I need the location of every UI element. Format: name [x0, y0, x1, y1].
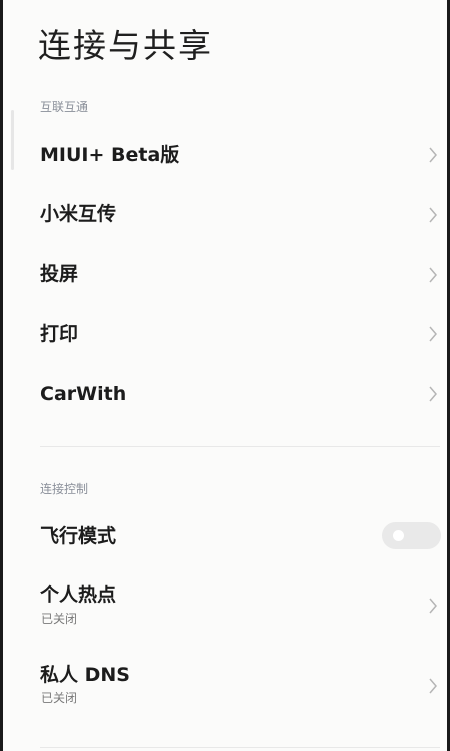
section-divider: [40, 446, 440, 447]
settings-item-miui-plus[interactable]: MIUI+ Beta版: [3, 125, 447, 185]
toggle-knob: [393, 530, 404, 541]
chevron-right-icon: [429, 598, 437, 614]
airplane-mode-toggle[interactable]: [382, 522, 441, 549]
settings-item-label: 私人 DNS: [40, 664, 130, 686]
settings-screen: 连接与共享 互联互通 MIUI+ Beta版 小米互传 投屏 打印 CarWit…: [0, 0, 450, 751]
settings-item-cast[interactable]: 投屏: [3, 245, 447, 305]
chevron-right-icon: [429, 386, 437, 402]
section-label-interconnect: 互联互通: [40, 100, 89, 114]
settings-item-hotspot[interactable]: 个人热点 已关闭: [3, 575, 447, 645]
settings-item-mi-share[interactable]: 小米互传: [3, 185, 447, 245]
page-title: 连接与共享: [38, 26, 213, 65]
chevron-right-icon: [429, 326, 437, 342]
chevron-right-icon: [429, 147, 437, 163]
settings-item-label: 个人热点: [40, 584, 117, 606]
settings-item-status: 已关闭: [41, 691, 78, 705]
settings-item-label: 投屏: [40, 263, 79, 285]
chevron-right-icon: [429, 267, 437, 283]
settings-item-status: 已关闭: [41, 612, 78, 626]
chevron-right-icon: [429, 678, 437, 694]
settings-item-carwith[interactable]: CarWith: [3, 365, 447, 425]
settings-item-airplane-mode[interactable]: 飞行模式: [3, 505, 447, 565]
settings-item-label: 打印: [40, 323, 79, 345]
chevron-right-icon: [429, 207, 437, 223]
section-divider: [40, 747, 440, 748]
settings-item-label: 小米互传: [40, 203, 117, 225]
settings-item-label: MIUI+ Beta版: [40, 144, 180, 166]
section-label-connection-control: 连接控制: [40, 482, 89, 496]
settings-item-label: CarWith: [40, 383, 127, 405]
settings-item-print[interactable]: 打印: [3, 305, 447, 365]
settings-item-private-dns[interactable]: 私人 DNS 已关闭: [3, 655, 447, 725]
settings-item-label: 飞行模式: [40, 525, 117, 547]
